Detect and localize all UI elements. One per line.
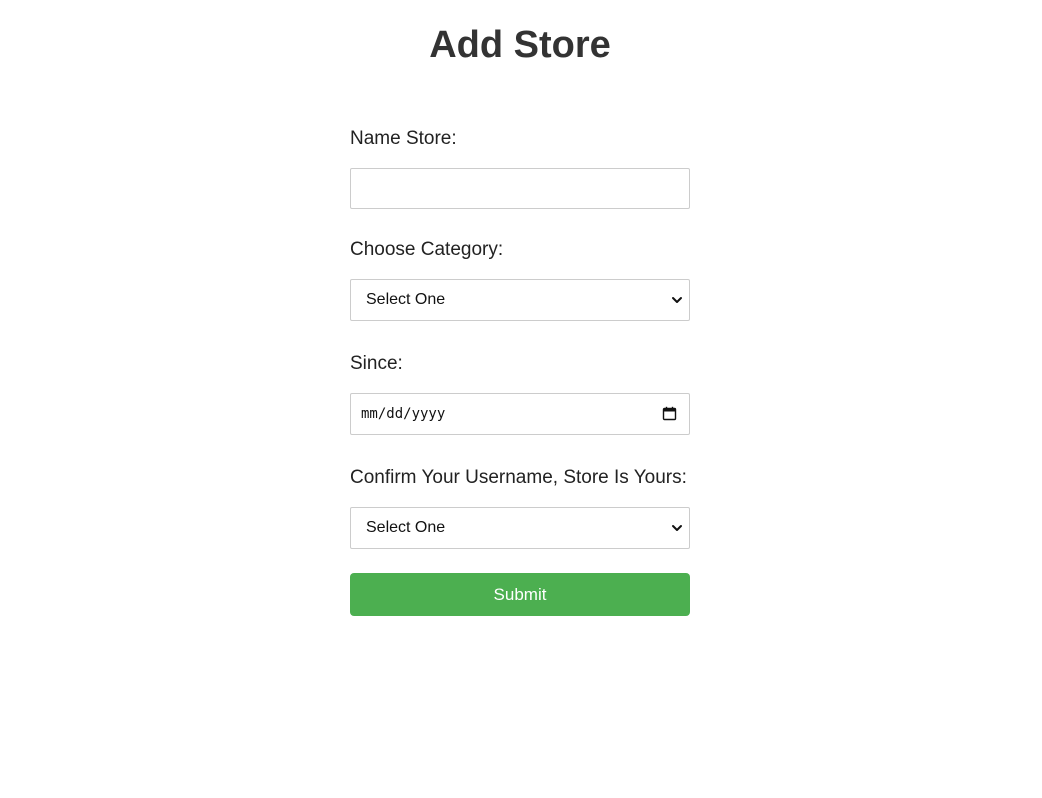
name-store-input[interactable] xyxy=(350,168,690,209)
confirm-username-selected-value: Select One xyxy=(366,519,446,536)
date-placeholder: mm/dd/yyyy xyxy=(361,406,446,422)
category-selected-value: Select One xyxy=(366,291,446,308)
since-label: Since: xyxy=(350,353,403,374)
since-date-input[interactable]: mm/dd/yyyy xyxy=(350,393,690,435)
page-title: Add Store xyxy=(429,24,611,66)
name-store-label: Name Store: xyxy=(350,128,457,149)
category-select[interactable]: Select One xyxy=(350,279,690,321)
add-store-form: Name Store: Choose Category: Select One … xyxy=(350,124,690,616)
submit-button[interactable]: Submit xyxy=(350,573,690,616)
confirm-username-label: Confirm Your Username, Store Is Yours: xyxy=(350,467,687,488)
confirm-username-select[interactable]: Select One xyxy=(350,507,690,549)
chevron-down-icon xyxy=(672,297,682,303)
choose-category-label: Choose Category: xyxy=(350,239,504,260)
calendar-icon[interactable] xyxy=(662,406,677,421)
chevron-down-icon xyxy=(672,525,682,531)
